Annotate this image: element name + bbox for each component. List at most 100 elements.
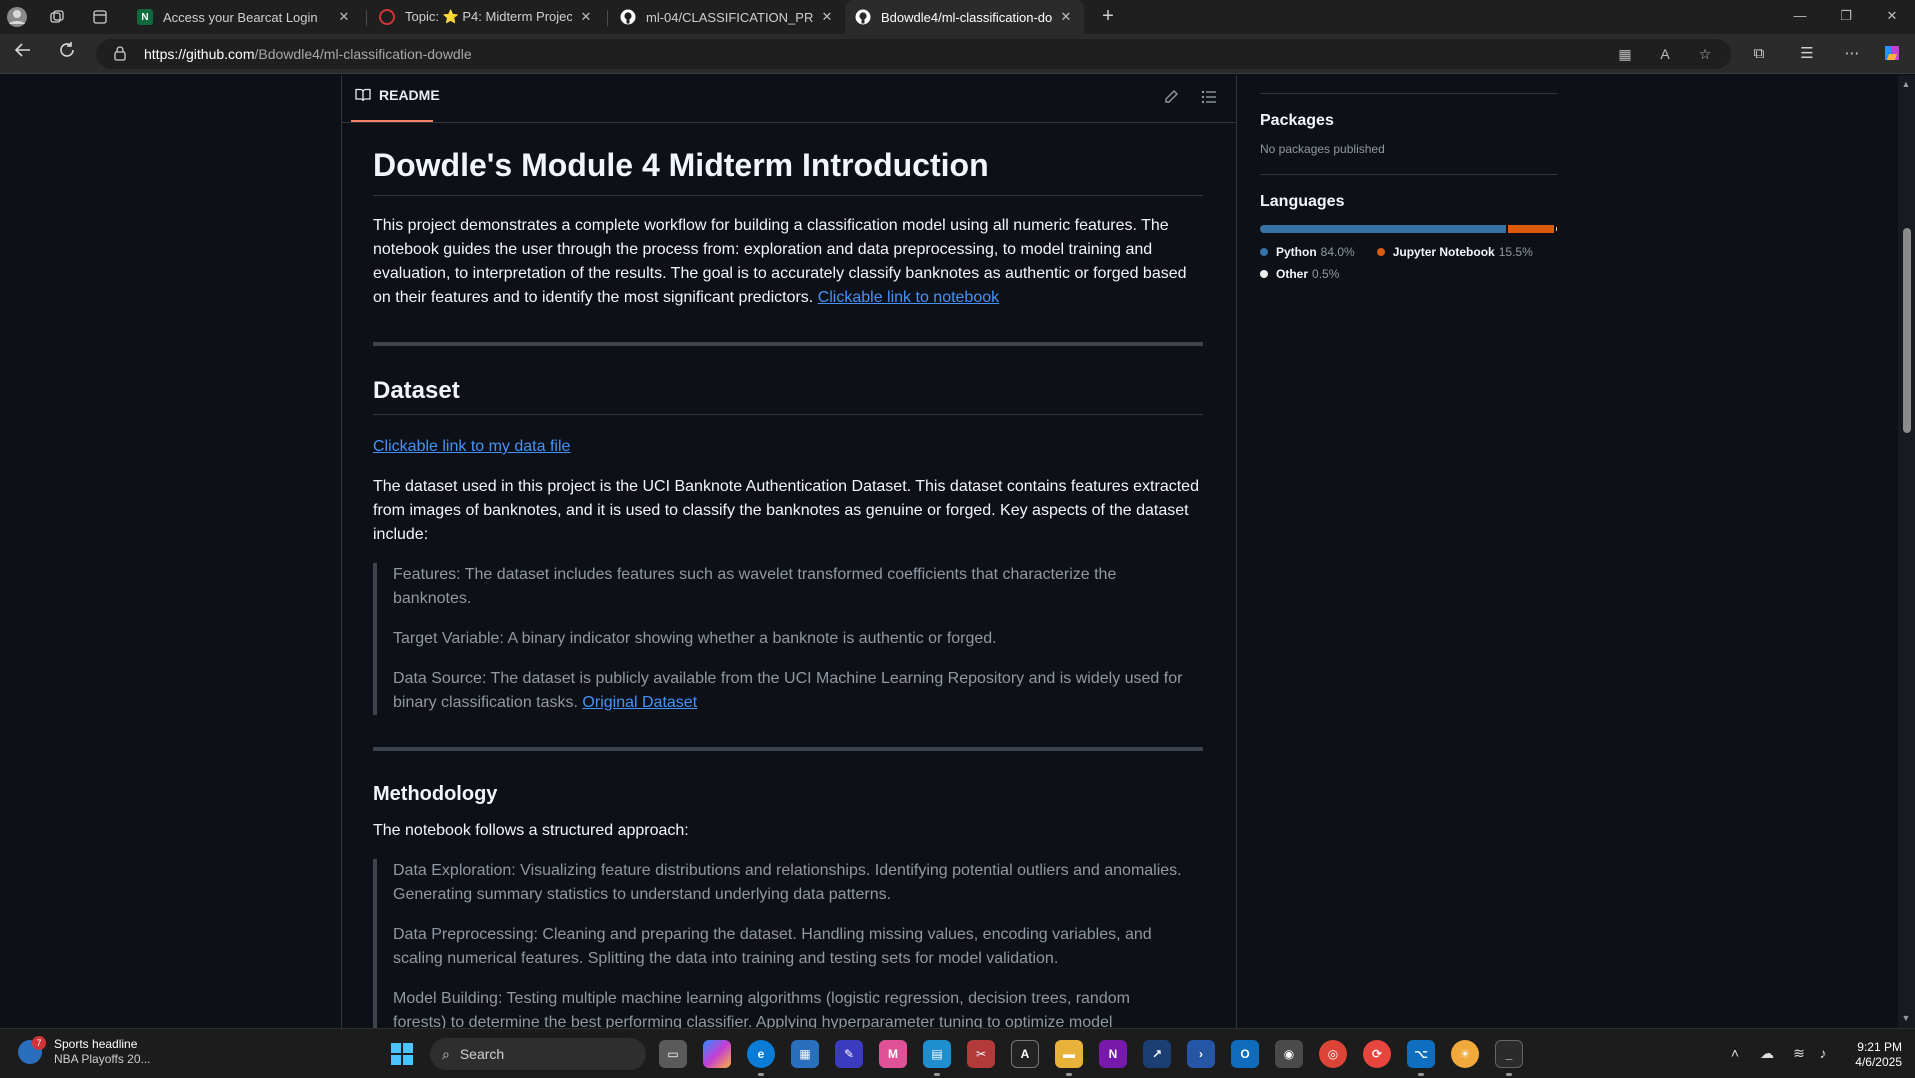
- favorite-star-icon[interactable]: ☆: [1695, 44, 1715, 64]
- search-label: Search: [459, 1046, 505, 1062]
- close-icon[interactable]: ✕: [578, 9, 594, 25]
- data-file-link[interactable]: Clickable link to my data file: [373, 438, 570, 455]
- language-name: Python: [1276, 245, 1317, 259]
- tab-title: Bdowdle4/ml-classification-dowd: [881, 9, 1052, 25]
- font-app-icon[interactable]: A: [1011, 1040, 1039, 1068]
- more-options-icon[interactable]: ⋯: [1840, 42, 1864, 66]
- profile-icon[interactable]: [5, 5, 29, 29]
- close-icon[interactable]: ✕: [336, 9, 352, 25]
- close-icon[interactable]: ✕: [1058, 9, 1074, 25]
- language-name: Jupyter Notebook: [1392, 245, 1495, 259]
- read-aloud-icon[interactable]: A: [1655, 44, 1675, 64]
- terminal-icon[interactable]: _: [1495, 1040, 1523, 1068]
- close-window-icon[interactable]: ✕: [1869, 0, 1915, 34]
- language-segment-jupyter-notebook: [1508, 225, 1554, 233]
- language-percent: 15.5%: [1498, 245, 1533, 259]
- start-windows-icon[interactable]: [391, 1043, 413, 1065]
- git-app-icon[interactable]: ⟳: [1363, 1040, 1391, 1068]
- edit-pencil-icon[interactable]: [1163, 89, 1181, 107]
- original-dataset-link[interactable]: Original Dataset: [582, 694, 697, 711]
- target-variable-quote: Target Variable: A binary indicator show…: [393, 630, 997, 647]
- methodology-intro: The notebook follows a structured approa…: [373, 822, 689, 839]
- file-explorer-icon[interactable]: ▬: [1055, 1040, 1083, 1068]
- url-domain: https://github.com: [144, 46, 255, 62]
- language-color-dot: [1260, 270, 1268, 278]
- tab-classification-project[interactable]: ml-04/CLASSIFICATION_PROJECT ✕: [610, 0, 845, 34]
- favorites-icon[interactable]: ☰: [1795, 42, 1819, 66]
- readme-body: Dowdle's Module 4 Midterm Introduction T…: [373, 145, 1203, 1028]
- wifi-icon[interactable]: ≋: [1790, 1045, 1808, 1062]
- tab-title: Topic: ⭐ P4: Midterm Project (Cl: [405, 9, 572, 24]
- repo-sidebar: Packages No packages published Languages…: [1260, 75, 1557, 281]
- scroll-up-icon[interactable]: ▲: [1901, 79, 1911, 89]
- app-available-icon[interactable]: ▦: [1615, 44, 1635, 64]
- languages-heading: Languages: [1260, 193, 1345, 210]
- tab-ml-classification-dowdle[interactable]: Bdowdle4/ml-classification-dowd ✕: [845, 0, 1084, 34]
- news-widget[interactable]: 7 Sports headline NBA Playoffs 20...: [18, 1036, 151, 1067]
- volume-icon[interactable]: ♪: [1814, 1045, 1832, 1061]
- clock-date: 4/6/2025: [1855, 1055, 1902, 1069]
- scrollbar-thumb[interactable]: [1903, 228, 1911, 433]
- language-item-jupyter-notebook[interactable]: Jupyter Notebook 15.5%: [1376, 245, 1533, 259]
- weather-icon[interactable]: ☀: [1451, 1040, 1479, 1068]
- language-segment-other: [1555, 225, 1557, 233]
- language-item-python[interactable]: Python 84.0%: [1260, 245, 1355, 259]
- taskbar-search[interactable]: ⌕ Search: [430, 1038, 646, 1070]
- methodology-blockquote: Data Exploration: Visualizing feature di…: [373, 859, 1203, 1028]
- chart-app-icon[interactable]: ↗: [1143, 1040, 1171, 1068]
- languages-bar: [1260, 225, 1557, 233]
- new-tab-button[interactable]: +: [1095, 4, 1121, 30]
- back-icon[interactable]: [10, 41, 36, 67]
- m365-icon[interactable]: M: [879, 1040, 907, 1068]
- page-scrollbar[interactable]: ▲ ▼: [1898, 75, 1915, 1028]
- tab-midterm-topic[interactable]: Topic: ⭐ P4: Midterm Project (Cl ✕: [369, 0, 604, 34]
- copilot-icon[interactable]: [1880, 42, 1904, 66]
- snipping-tool-icon[interactable]: ✂: [967, 1040, 995, 1068]
- chrome-icon[interactable]: ◎: [1319, 1040, 1347, 1068]
- edge-icon[interactable]: e: [747, 1040, 775, 1068]
- minimize-icon[interactable]: —: [1777, 0, 1823, 34]
- lock-icon[interactable]: [114, 46, 126, 61]
- workspaces-icon[interactable]: [45, 5, 69, 29]
- camera-icon[interactable]: ◉: [1275, 1040, 1303, 1068]
- language-segment-python: [1260, 225, 1507, 233]
- search-icon: ⌕: [442, 1045, 450, 1062]
- data-link-paragraph: Clickable link to my data file: [373, 435, 1203, 459]
- vertical-tabs-icon[interactable]: [88, 5, 112, 29]
- address-bar[interactable]: https://github.com/Bdowdle4/ml-classific…: [96, 39, 1731, 69]
- copilot-app-icon[interactable]: [703, 1040, 731, 1068]
- tab-divider: [366, 10, 367, 26]
- outlook-icon[interactable]: O: [1231, 1040, 1259, 1068]
- packages-heading[interactable]: Packages: [1260, 112, 1557, 130]
- powershell-icon[interactable]: ›: [1187, 1040, 1215, 1068]
- pen-app-icon[interactable]: ✎: [835, 1040, 863, 1068]
- widgets-icon: 7: [18, 1036, 46, 1064]
- extensions-icon[interactable]: ⧉: [1747, 42, 1771, 66]
- data-preprocessing-quote: Data Preprocessing: Cleaning and prepari…: [393, 926, 1152, 967]
- restore-icon[interactable]: ❐: [1823, 0, 1869, 34]
- store-icon[interactable]: ▦: [791, 1040, 819, 1068]
- system-clock[interactable]: 9:21 PM 4/6/2025: [1838, 1040, 1902, 1070]
- packages-empty-text: No packages published: [1260, 142, 1385, 156]
- book-icon: [355, 88, 371, 102]
- notepad-icon[interactable]: ▤: [923, 1040, 951, 1068]
- refresh-icon[interactable]: [54, 41, 80, 67]
- language-item-other[interactable]: Other 0.5%: [1260, 267, 1339, 281]
- readme-tab[interactable]: README: [355, 87, 440, 103]
- tab-bearcat-login[interactable]: N Access your Bearcat Login ✕: [127, 0, 362, 34]
- url-path: /Bdowdle4/ml-classification-dowdle: [254, 46, 472, 62]
- outline-list-icon[interactable]: [1201, 89, 1219, 107]
- language-percent: 0.5%: [1312, 267, 1340, 281]
- news-title: Sports headline: [54, 1037, 138, 1051]
- task-view-icon[interactable]: ▭: [659, 1040, 687, 1068]
- notebook-link[interactable]: Clickable link to notebook: [818, 289, 999, 306]
- show-hidden-icons-icon[interactable]: ˄: [1726, 1045, 1744, 1061]
- url-text[interactable]: https://github.com/Bdowdle4/ml-classific…: [144, 46, 472, 62]
- onedrive-cloud-icon[interactable]: ☁: [1758, 1045, 1776, 1062]
- data-source-quote: Data Source: The dataset is publicly ava…: [393, 667, 1187, 715]
- onenote-icon[interactable]: N: [1099, 1040, 1127, 1068]
- bearcat-icon: N: [137, 9, 153, 25]
- close-icon[interactable]: ✕: [819, 9, 835, 25]
- scroll-down-icon[interactable]: ▼: [1901, 1013, 1911, 1023]
- vscode-icon[interactable]: ⌥: [1407, 1040, 1435, 1068]
